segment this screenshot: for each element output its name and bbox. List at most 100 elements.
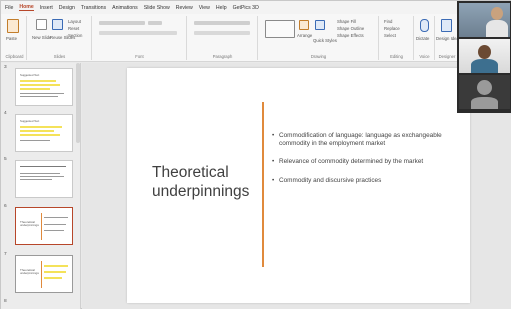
quick-styles-icon[interactable] [315,20,325,30]
participant-video-2[interactable] [459,39,510,73]
thumbnail-text-line [44,217,68,218]
menu-design[interactable]: Design [59,5,75,11]
ribbon-group-label: Voice [419,54,430,59]
section-button[interactable]: Section [68,33,82,38]
thumbnail-highlight [20,134,60,136]
thumbnail-text-line [44,224,66,225]
participant-body [471,59,498,73]
shapes-gallery[interactable] [265,20,295,38]
bullet-item[interactable]: Commodification of language: language as… [272,132,442,148]
ribbon-group-designer: Design Ideas Designer [436,16,461,60]
reset-button[interactable]: Reset [68,26,79,31]
thumbnail-text-line [20,173,60,174]
slide-thumbnail-5[interactable] [15,160,73,198]
ribbon-group-label: Paragraph [212,54,233,59]
ribbon-group-voice: Dictate Voice [415,16,435,60]
ribbon-group-slides: New Slide Reuse Slides Layout Reset Sect… [28,16,92,60]
thumbnail-scrollbar[interactable] [76,63,80,143]
thumbnail-highlight [20,84,60,86]
new-slide-icon[interactable] [36,19,47,30]
arrange-icon[interactable] [299,20,309,30]
paste-button[interactable]: Paste [6,36,17,41]
layout-button[interactable]: Layout [68,19,81,24]
ribbon-group-drawing: Arrange Quick Styles Shape Fill Shape Ou… [259,16,379,60]
bullet-list[interactable]: Commodification of language: language as… [272,132,442,195]
powerpoint-window: File Home Insert Design Transitions Anim… [0,0,511,309]
alignment-buttons[interactable] [194,31,250,35]
reuse-slides-icon[interactable] [52,19,63,30]
participant-video-3[interactable] [459,75,510,109]
menu-insert[interactable]: Insert [40,5,53,11]
thumbnail-divider [41,261,42,288]
shape-effects-button[interactable]: Shape Effects [337,33,364,38]
participant-head [478,45,491,59]
video-participants-panel [457,1,511,113]
avatar-placeholder-body [471,97,498,109]
thumbnail-title: Theoretical underpinnings [20,220,39,228]
menu-view[interactable]: View [199,5,210,11]
thumbnail-highlight [20,126,62,128]
ribbon-group-editing: Find Replace Select Editing [380,16,414,60]
microphone-icon[interactable] [420,19,429,32]
slide-thumbnail-3[interactable]: Suggested Text [15,68,73,106]
thumbnail-highlight [44,277,62,279]
shape-outline-button[interactable]: Shape Outline [337,26,364,31]
thumbnail-text-line [20,176,64,177]
slide-thumbnail-4[interactable]: Suggested Text [15,114,73,152]
avatar-placeholder-icon [477,80,492,95]
slide-thumbnail-panel: 3 Suggested Text 4 Suggested Text 5 6 Th… [1,63,81,309]
thumbnail-text-line [20,166,66,167]
slide-thumbnail-7[interactable]: Theoretical underpinnings [15,255,73,293]
bullet-item[interactable]: Commodity and discursive practices [272,177,442,185]
thumbnail-number: 3 [4,65,7,70]
bullet-item[interactable]: Relevance of commodity determined by the… [272,158,442,166]
paste-icon[interactable] [7,19,19,33]
find-button[interactable]: Find [384,19,392,24]
thumbnail-title: Suggested Text [20,73,40,77]
menu-slide-show[interactable]: Slide Show [144,5,170,11]
ribbon-group-font: Font [93,16,187,60]
thumbnail-highlight [20,88,50,90]
thumbnail-highlight [44,271,66,273]
thumbnail-highlight [20,80,56,82]
replace-button[interactable]: Replace [384,26,400,31]
participant-video-1[interactable] [459,3,510,37]
thumbnail-number: 7 [4,252,7,257]
thumbnail-number: 5 [4,157,7,162]
slide-divider [262,102,264,267]
ribbon-group-clipboard: Paste Clipboard [3,16,27,60]
thumbnail-number: 4 [4,111,7,116]
ribbon-group-label: Editing [390,54,403,59]
menu-file[interactable]: File [5,5,13,11]
menu-home[interactable]: Home [19,4,34,11]
ribbon-group-label: Font [135,54,144,59]
slide-title[interactable]: Theoretical underpinnings [152,163,264,201]
thumbnail-text-line [20,93,64,94]
quick-styles-button[interactable]: Quick Styles [313,38,337,43]
menu-getpics[interactable]: GetPics 3D [233,5,259,11]
menu-transitions[interactable]: Transitions [81,5,106,11]
new-slide-button[interactable]: New Slide [32,35,51,40]
arrange-button[interactable]: Arrange [297,33,312,38]
thumbnail-highlight [20,130,54,132]
ribbon-group-label: Designer [438,54,456,59]
thumbnail-text-line [20,96,58,97]
slide-thumbnail-6[interactable]: Theoretical underpinnings [15,207,73,245]
ribbon: Paste Clipboard New Slide Reuse Slides L… [1,14,461,62]
list-buttons[interactable] [194,21,250,25]
font-name-select[interactable] [99,21,145,25]
shape-fill-button[interactable]: Shape Fill [337,19,356,24]
select-button[interactable]: Select [384,33,396,38]
design-ideas-icon[interactable] [441,19,452,32]
thumbnail-text-line [44,230,64,231]
font-size-select[interactable] [148,21,162,25]
font-format-buttons[interactable] [99,31,177,35]
current-slide[interactable]: Theoretical underpinnings Commodificatio… [127,68,470,303]
menu-animations[interactable]: Animations [112,5,138,11]
menu-help[interactable]: Help [216,5,227,11]
menu-bar: File Home Insert Design Transitions Anim… [1,1,461,14]
menu-review[interactable]: Review [176,5,193,11]
ribbon-group-paragraph: Paragraph [188,16,258,60]
thumbnail-number: 6 [4,204,7,209]
dictate-button[interactable]: Dictate [416,36,429,41]
